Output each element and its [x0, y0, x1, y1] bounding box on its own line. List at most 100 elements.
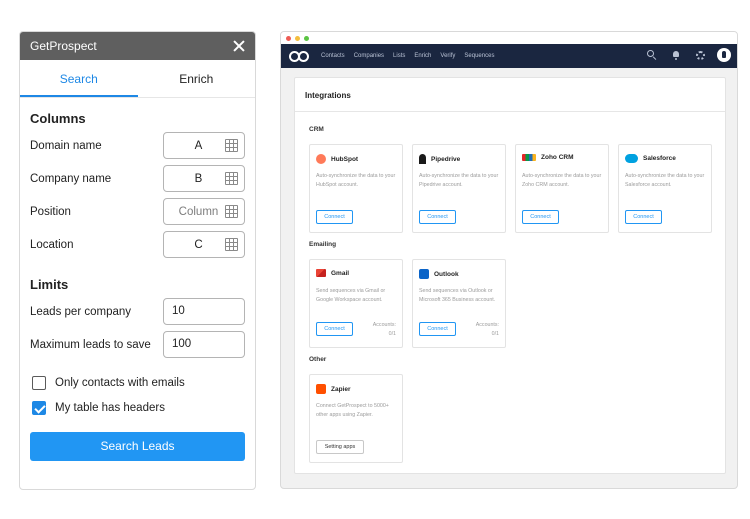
- window-titlebar: [281, 32, 737, 44]
- close-window-dot[interactable]: [286, 36, 291, 41]
- emailing-group-label: Emailing: [309, 241, 337, 248]
- card-head: Pipedrive: [419, 154, 460, 164]
- location-column-select[interactable]: C: [163, 231, 245, 258]
- integration-card-zapier: Zapier Connect GetProspect to 5000+ othe…: [309, 374, 403, 463]
- company-name-column-select[interactable]: B: [163, 165, 245, 192]
- connect-hubspot-button[interactable]: Connect: [316, 210, 353, 224]
- nav-companies[interactable]: Companies: [354, 53, 384, 59]
- app-window: Contacts Companies Lists Enrich Verify S…: [280, 31, 738, 489]
- search-leads-button[interactable]: Search Leads: [30, 432, 245, 461]
- table-has-headers-label: My table has headers: [55, 402, 165, 414]
- card-name: Zapier: [331, 385, 351, 393]
- panel-tabs: Search Enrich: [20, 60, 255, 98]
- card-head: Zoho CRM: [522, 154, 574, 161]
- salesforce-cloud-icon: [625, 154, 638, 163]
- avatar[interactable]: [717, 48, 731, 62]
- domain-name-column-select[interactable]: A: [163, 132, 245, 159]
- outlook-accounts-count: Accounts: 0/1: [476, 321, 499, 338]
- nav-icons: [633, 48, 731, 62]
- page-title: Integrations: [305, 91, 351, 100]
- table-has-headers-option[interactable]: My table has headers: [32, 401, 165, 415]
- company-name-column-value: B: [194, 172, 203, 185]
- connect-zoho-button[interactable]: Connect: [522, 210, 559, 224]
- leads-per-company-label: Leads per company: [30, 306, 132, 318]
- search-icon[interactable]: [647, 50, 657, 60]
- maximum-leads-label: Maximum leads to save: [30, 339, 151, 351]
- domain-name-label: Domain name: [30, 140, 102, 152]
- table-grid-icon[interactable]: [225, 205, 238, 218]
- columns-title: Columns: [30, 111, 86, 126]
- card-description: Connect GetProspect to 5000+ other apps …: [316, 403, 389, 418]
- card-head: HubSpot: [316, 154, 358, 164]
- leads-per-company-input[interactable]: 10: [163, 298, 245, 325]
- integration-card-outlook: Outlook Send sequences via Outlook or Mi…: [412, 259, 506, 348]
- getprospect-panel: GetProspect Search Enrich Columns Domain…: [19, 31, 256, 490]
- gear-icon[interactable]: [695, 50, 705, 60]
- zapier-icon: [316, 384, 326, 394]
- company-name-label: Company name: [30, 173, 112, 185]
- integration-card-zoho: Zoho CRM Auto-synchronize the data to yo…: [515, 144, 609, 233]
- nav-lists[interactable]: Lists: [393, 53, 405, 59]
- card-name: Outlook: [434, 270, 459, 278]
- card-description: Send sequences via Gmail or Google Works…: [316, 288, 386, 303]
- domain-name-column-value: A: [194, 139, 203, 152]
- nav-enrich[interactable]: Enrich: [414, 53, 431, 59]
- connect-salesforce-button[interactable]: Connect: [625, 210, 662, 224]
- card-description: Auto-synchronize the data to your HubSpo…: [316, 173, 396, 188]
- card-name: HubSpot: [331, 155, 359, 163]
- table-grid-icon[interactable]: [225, 172, 238, 185]
- card-name: Gmail: [331, 269, 350, 277]
- integration-card-salesforce: Salesforce Auto-synchronize the data to …: [618, 144, 712, 233]
- position-column-select[interactable]: Column: [163, 198, 245, 225]
- position-column-placeholder: Column: [178, 205, 219, 218]
- card-description: Auto-synchronize the data to your Pipedr…: [419, 173, 499, 188]
- gmail-accounts-count: Accounts: 0/1: [373, 321, 396, 338]
- nav-sequences[interactable]: Sequences: [464, 53, 494, 59]
- setting-apps-button[interactable]: Setting apps: [316, 440, 364, 454]
- table-grid-icon[interactable]: [225, 238, 238, 251]
- gmail-icon: [316, 269, 326, 277]
- card-name: Pipedrive: [431, 155, 461, 163]
- only-contacts-with-emails-checkbox[interactable]: [32, 376, 46, 390]
- location-label: Location: [30, 239, 74, 251]
- bell-icon[interactable]: [671, 50, 681, 60]
- card-head: Salesforce: [625, 154, 676, 163]
- crm-group-label: CRM: [309, 126, 324, 133]
- pipedrive-icon: [419, 154, 426, 164]
- maximize-window-dot[interactable]: [304, 36, 309, 41]
- close-icon[interactable]: [232, 39, 246, 53]
- nav-contacts[interactable]: Contacts: [321, 53, 345, 59]
- card-head: Gmail: [316, 269, 349, 277]
- nav-verify[interactable]: Verify: [440, 53, 455, 59]
- other-group-label: Other: [309, 356, 327, 363]
- connect-gmail-button[interactable]: Connect: [316, 322, 353, 336]
- integration-card-hubspot: HubSpot Auto-synchronize the data to you…: [309, 144, 403, 233]
- integration-card-gmail: Gmail Send sequences via Gmail or Google…: [309, 259, 403, 348]
- accounts-value: 0/1: [388, 330, 396, 337]
- only-contacts-with-emails-option[interactable]: Only contacts with emails: [32, 376, 185, 390]
- table-has-headers-checkbox[interactable]: [32, 401, 46, 415]
- panel-title: GetProspect: [30, 39, 97, 53]
- panel-header: GetProspect: [20, 32, 255, 60]
- limits-title: Limits: [30, 277, 69, 292]
- card-name: Salesforce: [643, 155, 676, 162]
- connect-pipedrive-button[interactable]: Connect: [419, 210, 456, 224]
- maximum-leads-input[interactable]: 100: [163, 331, 245, 358]
- minimize-window-dot[interactable]: [295, 36, 300, 41]
- tab-search[interactable]: Search: [20, 60, 138, 97]
- integrations-content: Integrations CRM HubSpot Auto-synchroniz…: [294, 77, 726, 474]
- tab-enrich[interactable]: Enrich: [138, 60, 256, 97]
- connect-outlook-button[interactable]: Connect: [419, 322, 456, 336]
- zoho-icon: [522, 154, 536, 161]
- card-description: Auto-synchronize the data to your Zoho C…: [522, 173, 602, 188]
- hubspot-icon: [316, 154, 326, 164]
- card-description: Send sequences via Outlook or Microsoft …: [419, 288, 496, 303]
- accounts-value: 0/1: [491, 330, 499, 337]
- only-contacts-with-emails-label: Only contacts with emails: [55, 377, 185, 389]
- integration-card-pipedrive: Pipedrive Auto-synchronize the data to y…: [412, 144, 506, 233]
- card-head: Zapier: [316, 384, 351, 394]
- table-grid-icon[interactable]: [225, 139, 238, 152]
- outlook-icon: [419, 269, 429, 279]
- getprospect-logo-icon[interactable]: [289, 49, 309, 63]
- accounts-label: Accounts:: [372, 322, 396, 328]
